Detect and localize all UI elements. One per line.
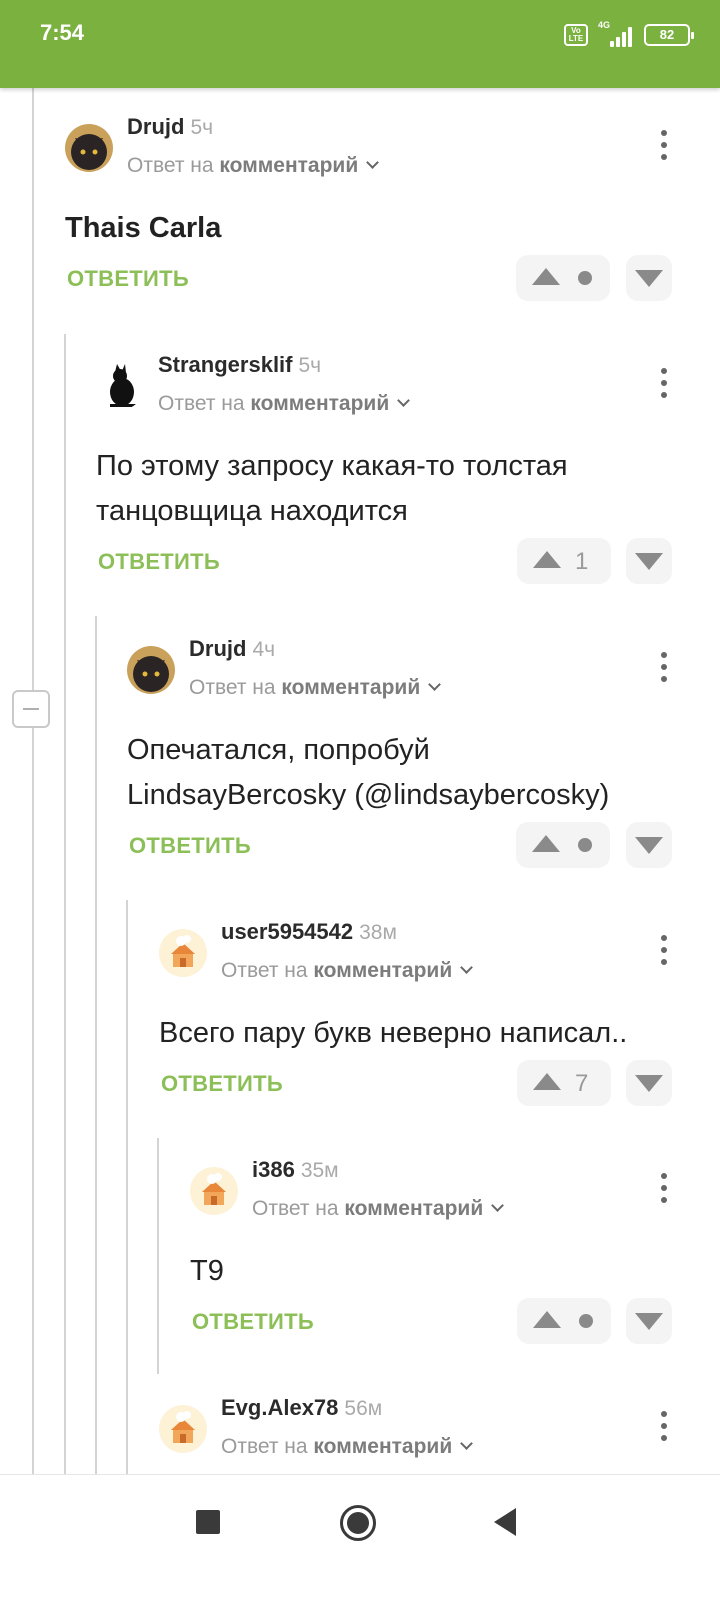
reply-to-link[interactable]: Ответ на комментарий	[127, 154, 380, 178]
chevron-down-icon	[491, 1199, 505, 1212]
comment-time: 5ч	[190, 116, 214, 139]
downvote-button[interactable]	[626, 255, 672, 301]
comment-text: LindsayBercosky (@lindsaybercosky)	[127, 779, 610, 811]
comment-time: 4ч	[252, 638, 276, 661]
upvote-button[interactable]: 1	[517, 538, 611, 584]
comment-author[interactable]: i386 35м	[252, 1157, 339, 1183]
more-vertical-icon[interactable]	[659, 652, 669, 684]
more-vertical-icon[interactable]	[659, 1173, 669, 1205]
more-vertical-icon[interactable]	[659, 935, 669, 967]
comment-time: 35м	[300, 1159, 339, 1182]
square-icon[interactable]	[196, 1510, 220, 1534]
arrow-up-icon	[533, 1073, 561, 1090]
avatar[interactable]	[65, 124, 113, 172]
downvote-button[interactable]	[626, 538, 672, 584]
comment-time: 56м	[344, 1397, 383, 1420]
arrow-down-icon	[635, 553, 663, 570]
collapse-thread-button[interactable]	[12, 690, 50, 728]
arrow-up-icon	[532, 268, 560, 285]
back-triangle-icon[interactable]	[494, 1508, 516, 1536]
status-icons: Vo LTE 4G 82	[564, 20, 694, 48]
reply-to-link[interactable]: Ответ на комментарий	[158, 392, 411, 416]
comment-author[interactable]: Strangersklif 5ч	[158, 352, 321, 378]
comment-author[interactable]: user5954542 38м	[221, 919, 397, 945]
downvote-button[interactable]	[626, 1060, 672, 1106]
thread-line-level-5	[157, 1138, 159, 1374]
home-circle-icon[interactable]	[340, 1505, 376, 1541]
reply-button[interactable]: ОТВЕТИТЬ	[161, 1071, 283, 1097]
comment-text: Т9	[190, 1255, 224, 1287]
more-vertical-icon[interactable]	[659, 368, 669, 400]
thread-line-level-2	[64, 334, 66, 1474]
arrow-down-icon	[635, 1075, 663, 1092]
status-bar: 7:54 Vo LTE 4G 82	[0, 0, 720, 88]
network-label: 4G	[598, 20, 611, 30]
signal-icon: 4G	[598, 20, 634, 47]
reply-button[interactable]: ОТВЕТИТЬ	[98, 549, 220, 575]
chevron-down-icon	[397, 394, 411, 407]
avatar[interactable]	[190, 1167, 238, 1215]
rating-hidden-dot	[578, 271, 592, 285]
downvote-button[interactable]	[626, 822, 672, 868]
avatar[interactable]	[127, 646, 175, 694]
reply-button[interactable]: ОТВЕТИТЬ	[67, 266, 189, 292]
more-vertical-icon[interactable]	[659, 130, 669, 162]
arrow-up-icon	[533, 551, 561, 568]
rating-value: 7	[575, 1070, 589, 1097]
comment-text: Опечатался, попробуй	[127, 734, 430, 766]
reply-button[interactable]: ОТВЕТИТЬ	[129, 833, 251, 859]
arrow-down-icon	[635, 270, 663, 287]
comment-text: По этому запросу какая-то толстая	[96, 450, 568, 482]
thread-line-level-3	[95, 616, 97, 1474]
avatar[interactable]	[159, 929, 207, 977]
chevron-down-icon	[460, 961, 474, 974]
chevron-down-icon	[366, 156, 380, 169]
rating-hidden-dot	[578, 838, 592, 852]
thread-line-level-1	[32, 88, 34, 1474]
battery-icon: 82	[644, 24, 694, 46]
more-vertical-icon[interactable]	[659, 1411, 669, 1443]
upvote-button[interactable]	[517, 1298, 611, 1344]
comment-author[interactable]: Evg.Alex78 56м	[221, 1395, 382, 1421]
avatar[interactable]	[96, 362, 144, 410]
status-time: 7:54	[40, 20, 85, 45]
arrow-up-icon	[533, 1311, 561, 1328]
comment-author[interactable]: Drujd 4ч	[189, 636, 275, 662]
comment-text: Thais Carla	[65, 212, 222, 244]
reply-to-link[interactable]: Ответ на комментарий	[252, 1197, 505, 1221]
reply-to-link[interactable]: Ответ на комментарий	[221, 1435, 474, 1459]
comment-text: танцовщица находится	[96, 495, 408, 527]
comment-author[interactable]: Drujd 5ч	[127, 114, 213, 140]
downvote-button[interactable]	[626, 1298, 672, 1344]
upvote-button[interactable]: 7	[517, 1060, 611, 1106]
avatar[interactable]	[159, 1405, 207, 1453]
comment-text: Всего пару букв неверно написал..	[159, 1017, 628, 1049]
upvote-button[interactable]	[516, 255, 610, 301]
comment-time: 38м	[359, 921, 397, 944]
comment-time: 5ч	[298, 354, 322, 377]
reply-button[interactable]: ОТВЕТИТЬ	[192, 1309, 314, 1335]
thread-line-level-4	[126, 900, 128, 1474]
arrow-down-icon	[635, 1313, 663, 1330]
volte-icon: Vo LTE	[564, 24, 588, 46]
upvote-button[interactable]	[516, 822, 610, 868]
arrow-up-icon	[532, 835, 560, 852]
rating-hidden-dot	[579, 1314, 593, 1328]
rating-value: 1	[575, 548, 589, 575]
arrow-down-icon	[635, 837, 663, 854]
chevron-down-icon	[428, 678, 442, 691]
reply-to-link[interactable]: Ответ на комментарий	[189, 676, 442, 700]
reply-to-link[interactable]: Ответ на комментарий	[221, 959, 474, 983]
system-nav-bar	[0, 1474, 720, 1600]
chevron-down-icon	[460, 1437, 474, 1450]
